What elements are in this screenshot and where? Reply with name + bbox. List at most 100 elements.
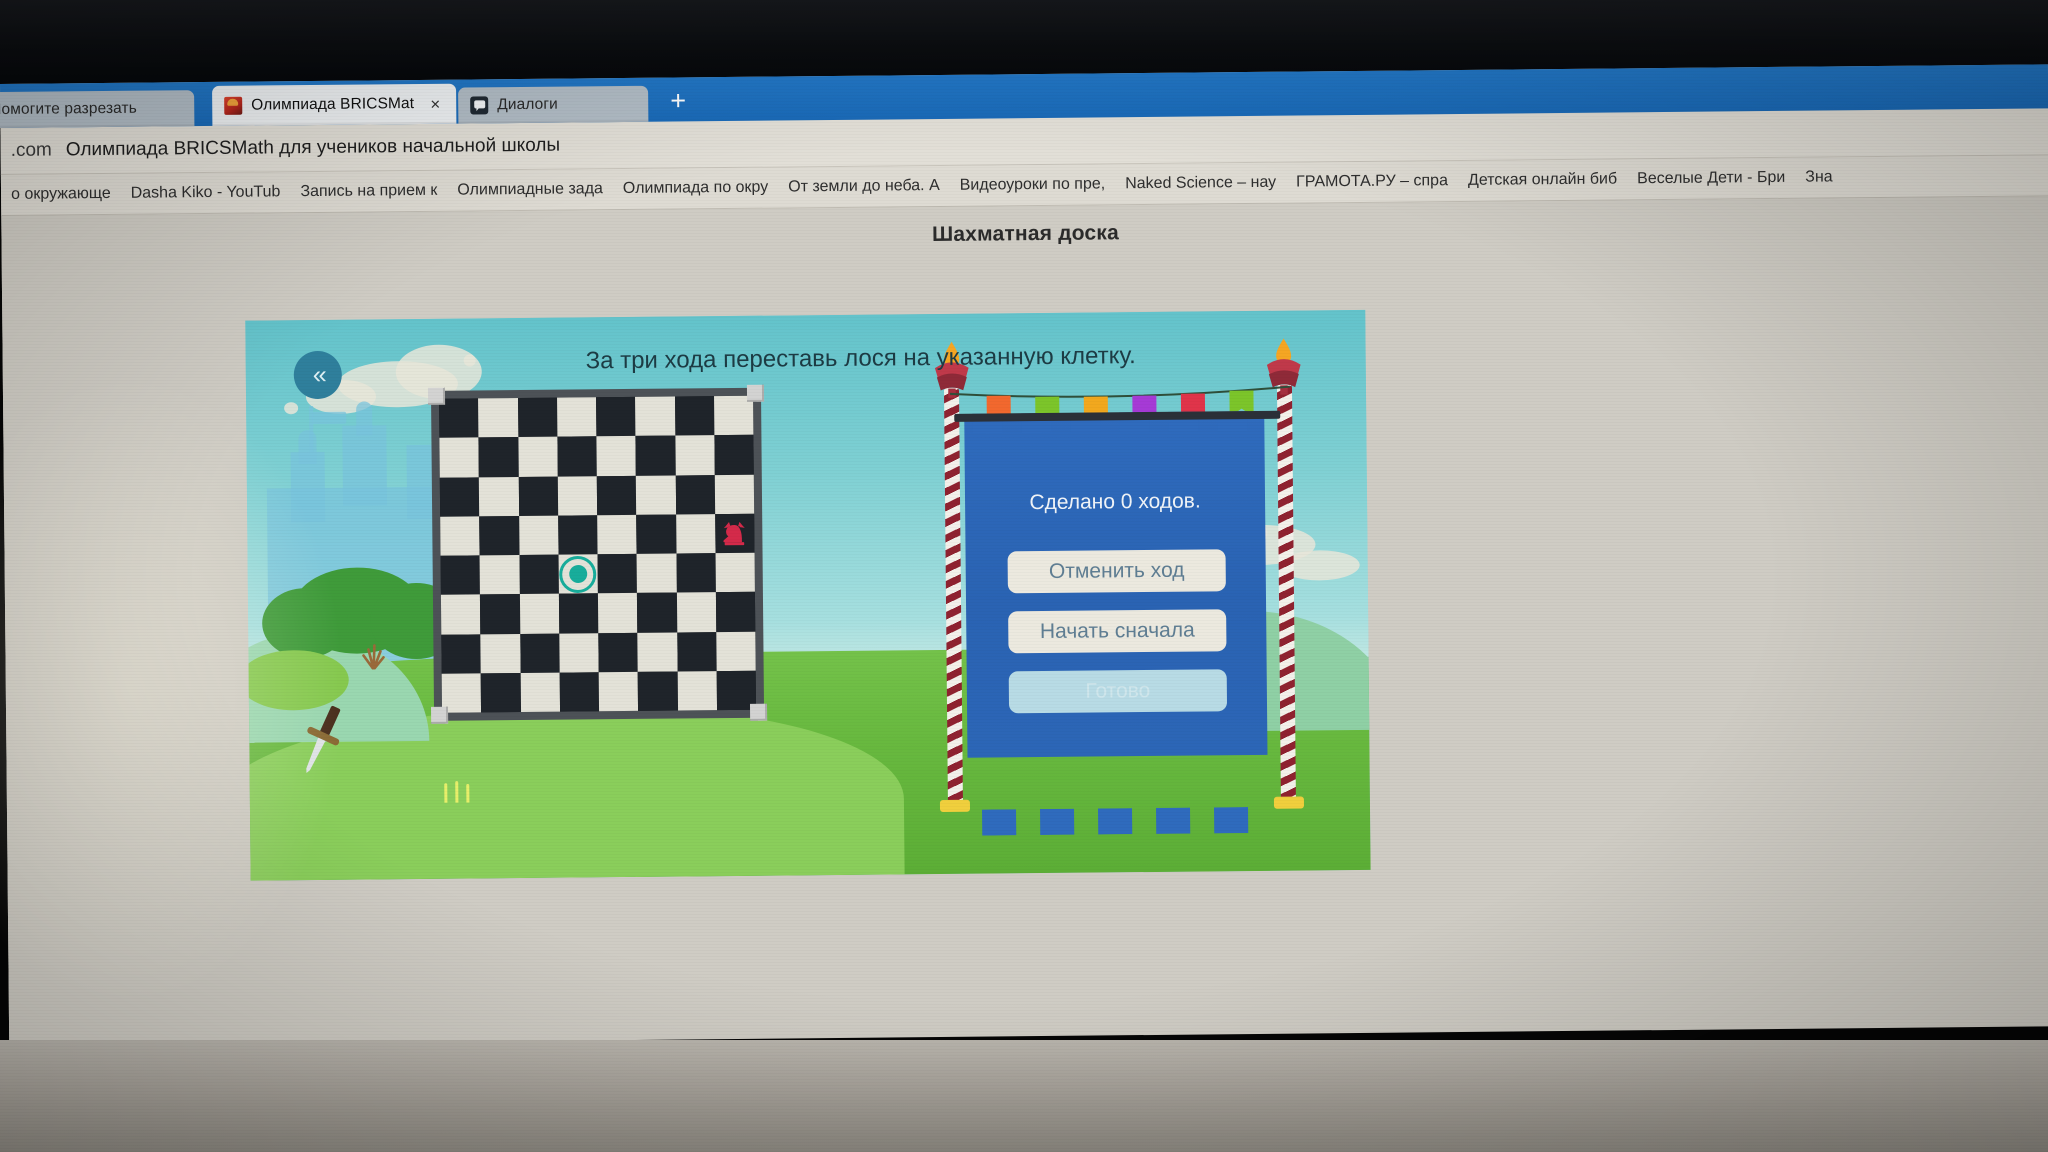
board-square[interactable] <box>675 474 715 515</box>
board-square[interactable] <box>557 436 597 477</box>
new-tab-button[interactable]: + <box>658 85 698 119</box>
board-square[interactable] <box>715 552 755 593</box>
bookmark-item[interactable]: Dasha Kiko - YouTub <box>121 183 291 203</box>
board-square[interactable] <box>597 593 638 633</box>
board-square[interactable] <box>676 592 717 633</box>
board-square[interactable] <box>635 396 675 437</box>
cloud-dot-2 <box>284 402 299 415</box>
board-square[interactable] <box>635 435 676 476</box>
board-corner-top-left <box>427 387 446 405</box>
bookmark-item[interactable]: Олимпиадные зада <box>447 180 613 200</box>
board-square[interactable] <box>478 398 518 438</box>
chessboard-container[interactable] <box>427 384 768 724</box>
chessboard[interactable] <box>439 395 757 713</box>
address-domain: .com <box>10 139 52 161</box>
castle-flagpole <box>309 406 314 455</box>
board-square[interactable] <box>519 633 560 673</box>
browser-tab-1-label: Помогите разрезать <box>0 99 137 119</box>
banner-merlon <box>1156 807 1191 834</box>
board-square[interactable] <box>517 436 558 477</box>
board-square[interactable] <box>676 553 716 593</box>
bookmark-item[interactable]: Веселые Дети - Бри <box>1627 169 1795 189</box>
close-icon[interactable]: × <box>428 94 442 113</box>
board-square[interactable] <box>479 555 520 595</box>
bookmark-item[interactable]: Naked Science – нау <box>1115 174 1286 194</box>
board-square[interactable] <box>557 475 598 516</box>
board-square[interactable] <box>559 672 600 712</box>
board-square[interactable] <box>439 437 480 478</box>
back-button[interactable]: « <box>293 350 343 400</box>
board-square[interactable] <box>714 435 754 475</box>
board-square[interactable] <box>558 554 598 594</box>
board-square[interactable] <box>557 515 598 555</box>
board-square[interactable] <box>598 671 639 712</box>
board-square[interactable] <box>636 514 677 554</box>
board-square[interactable] <box>559 632 599 673</box>
board-square[interactable] <box>597 553 638 594</box>
board-square[interactable] <box>597 514 637 555</box>
board-square[interactable] <box>674 435 715 476</box>
browser-tab-3[interactable]: Диалоги <box>458 85 649 124</box>
board-square[interactable] <box>636 553 677 594</box>
bookmark-item[interactable]: Запись на прием к <box>290 182 447 202</box>
moves-status-text: Сделано 0 ходов. <box>1029 489 1201 515</box>
board-square[interactable] <box>676 631 717 672</box>
board-square[interactable] <box>556 397 597 437</box>
board-square[interactable] <box>596 436 637 476</box>
monitor-bezel-bottom <box>0 1040 2048 1152</box>
browser-window: Помогите разрезать Олимпиада BRICSMat × … <box>0 64 2048 1046</box>
bookmark-item[interactable]: Видеоуроки по пре, <box>950 175 1116 195</box>
bookmark-item[interactable]: Зна <box>1795 168 1843 186</box>
elk-knight-piece-icon[interactable] <box>720 519 750 549</box>
bookmark-item[interactable]: о окружающе <box>1 185 121 204</box>
browser-tab-1[interactable]: Помогите разрезать <box>0 90 195 129</box>
board-square[interactable] <box>518 476 558 516</box>
board-square[interactable] <box>558 593 599 634</box>
board-square[interactable] <box>480 594 520 634</box>
board-square[interactable] <box>714 513 755 554</box>
board-square[interactable] <box>480 633 521 674</box>
board-square[interactable] <box>439 476 480 517</box>
board-square[interactable] <box>517 397 558 438</box>
board-square[interactable] <box>441 633 481 674</box>
browser-tab-2[interactable]: Олимпиада BRICSMat × <box>212 83 457 126</box>
bookmark-item[interactable]: Детская онлайн биб <box>1458 170 1627 190</box>
board-corner-bottom-left <box>430 706 449 724</box>
board-square[interactable] <box>518 515 559 556</box>
board-square[interactable] <box>677 670 717 711</box>
board-square[interactable] <box>480 672 521 713</box>
board-square[interactable] <box>637 592 677 633</box>
board-square[interactable] <box>637 671 678 711</box>
chessboard-frame <box>430 387 765 721</box>
board-square[interactable] <box>596 475 637 516</box>
board-square[interactable] <box>519 554 559 595</box>
bookmark-item[interactable]: Олимпиада по окру <box>613 179 779 199</box>
restart-button[interactable]: Начать сначала <box>1008 609 1227 654</box>
bookmark-item[interactable]: ГРАМОТА.РУ – спра <box>1286 172 1458 192</box>
sword-icon <box>306 705 341 773</box>
board-square[interactable] <box>637 632 678 672</box>
board-square[interactable] <box>716 631 756 671</box>
board-square[interactable] <box>478 437 519 477</box>
undo-move-button[interactable]: Отменить ход <box>1007 549 1226 594</box>
bookmark-item[interactable]: От земли до неба. А <box>778 177 950 197</box>
board-square[interactable] <box>596 396 636 437</box>
board-square[interactable] <box>479 476 519 517</box>
board-square[interactable] <box>440 594 481 635</box>
board-square[interactable] <box>636 475 676 515</box>
board-square[interactable] <box>440 516 480 556</box>
grass-tuft-icon <box>362 644 385 670</box>
board-square[interactable] <box>440 555 481 596</box>
board-square[interactable] <box>598 632 638 673</box>
board-square[interactable] <box>519 593 560 634</box>
board-square[interactable] <box>714 474 755 514</box>
restart-label: Начать сначала <box>1039 618 1195 644</box>
board-square[interactable] <box>675 513 716 554</box>
board-square[interactable] <box>715 592 756 632</box>
board-square[interactable] <box>520 672 560 713</box>
game-canvas: « За три хода переставь лося на указанну… <box>245 309 1371 881</box>
board-square[interactable] <box>674 396 715 436</box>
pole-foot-left <box>939 799 971 813</box>
board-square[interactable] <box>479 515 520 556</box>
done-button[interactable]: Готово <box>1008 669 1228 714</box>
